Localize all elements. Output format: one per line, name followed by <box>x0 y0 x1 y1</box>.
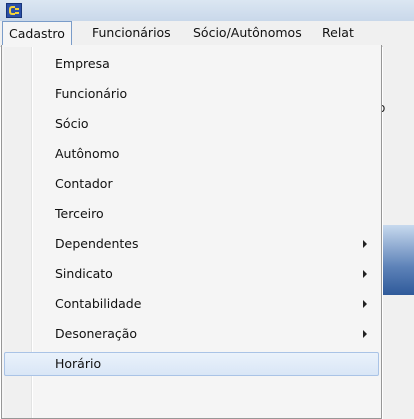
menu-funcionarios[interactable]: Funcionários <box>86 21 177 45</box>
chevron-right-icon <box>363 300 367 308</box>
menu-relatorios[interactable]: Relat <box>316 21 360 45</box>
menu-item-label: Terceiro <box>55 206 104 221</box>
background-image <box>383 225 414 295</box>
menu-item-desoneracao[interactable]: Desoneração <box>4 322 379 346</box>
chevron-right-icon <box>363 240 367 248</box>
menu-item-terceiro[interactable]: Terceiro <box>4 202 379 226</box>
menu-item-horario[interactable]: Horário <box>4 352 379 376</box>
title-bar <box>0 0 414 21</box>
menu-item-label: Sócio <box>55 116 89 131</box>
menu-socio-autonomos[interactable]: Sócio/Autônomos <box>187 21 308 45</box>
menu-item-contabilidade[interactable]: Contabilidade <box>4 292 379 316</box>
menu-item-autonomo[interactable]: Autônomo <box>4 142 379 166</box>
menu-item-empresa[interactable]: Empresa <box>4 52 379 76</box>
menu-item-socio[interactable]: Sócio <box>4 112 379 136</box>
chevron-right-icon <box>363 330 367 338</box>
cadastro-dropdown-menu: Empresa Funcionário Sócio Autônomo Conta… <box>1 45 382 419</box>
menu-item-label: Funcionário <box>55 86 128 101</box>
menu-item-label: Autônomo <box>55 146 120 161</box>
menu-item-funcionario[interactable]: Funcionário <box>4 82 379 106</box>
menu-item-label: Contador <box>55 176 113 191</box>
menu-bar: Cadastro Funcionários Sócio/Autônomos Re… <box>0 21 414 47</box>
menu-item-label: Desoneração <box>55 326 138 341</box>
menu-item-dependentes[interactable]: Dependentes <box>4 232 379 256</box>
chevron-right-icon <box>363 270 367 278</box>
menu-item-label: Dependentes <box>55 236 139 251</box>
app-logo-icon[interactable] <box>6 3 22 18</box>
menu-item-label: Horário <box>55 356 102 371</box>
menu-item-contador[interactable]: Contador <box>4 172 379 196</box>
menu-cadastro[interactable]: Cadastro <box>2 21 72 45</box>
menu-item-label: Contabilidade <box>55 296 142 311</box>
menu-item-label: Sindicato <box>55 266 113 281</box>
menu-item-label: Empresa <box>55 56 110 71</box>
menu-item-sindicato[interactable]: Sindicato <box>4 262 379 286</box>
